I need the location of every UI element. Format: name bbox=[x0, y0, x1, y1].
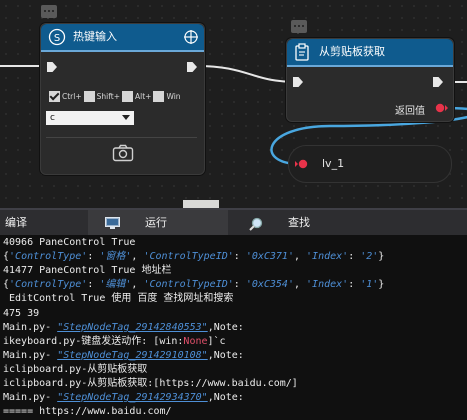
variable-node-lv1[interactable]: lv_1 bbox=[288, 145, 452, 183]
win-checkbox[interactable] bbox=[153, 91, 165, 102]
return-value-pin[interactable] bbox=[434, 101, 448, 115]
hotkey-input-node[interactable]: S 热键输入 Ctrl+ Shift+ Alt+ Win c bbox=[40, 23, 205, 175]
node-title: 从剪贴板获取 bbox=[319, 45, 385, 58]
return-value-label: 返回值 bbox=[395, 106, 425, 117]
exec-input-pin[interactable] bbox=[47, 62, 57, 72]
output-console[interactable]: 40966 PaneControl True {'ControlType': '… bbox=[0, 235, 467, 420]
chevron-down-icon bbox=[122, 115, 130, 120]
canvas-scroll-thumb[interactable] bbox=[183, 200, 219, 208]
console-line: ikeyboard.py-键盘发送动作: [win:None]`c bbox=[3, 336, 226, 347]
node-title: 热键输入 bbox=[73, 30, 117, 43]
console-line: 40966 PaneControl True bbox=[3, 237, 136, 248]
node-header: 从剪贴板获取 bbox=[287, 39, 453, 67]
exec-input-pin[interactable] bbox=[293, 77, 303, 87]
variable-input-pin[interactable] bbox=[295, 157, 309, 171]
console-line: Main.py- "StepNodeTag_29142840553",Note: bbox=[3, 322, 244, 333]
ctrl-label: Ctrl+ bbox=[62, 92, 82, 101]
clipboard-icon bbox=[295, 43, 309, 61]
modifier-row: Ctrl+ Shift+ Alt+ Win bbox=[49, 86, 183, 105]
comment-icon[interactable] bbox=[291, 20, 307, 34]
console-line: ===== https://www.baidu.com/ bbox=[3, 406, 172, 417]
console-line: {'ControlType': '窗格', 'ControlTypeID': '… bbox=[3, 251, 385, 262]
exec-wire-hotkey-clipboard bbox=[195, 65, 299, 83]
exec-output-pin[interactable] bbox=[433, 77, 443, 87]
clipboard-get-node[interactable]: 从剪贴板获取 返回值 bbox=[286, 38, 454, 122]
key-select[interactable]: c bbox=[46, 111, 134, 125]
console-line: 475 39 bbox=[3, 308, 40, 319]
panel-tab-bar: 编译 运行 查找 bbox=[0, 208, 467, 237]
node-editor-canvas[interactable]: S 热键输入 Ctrl+ Shift+ Alt+ Win c 从剪贴板获取 返回… bbox=[0, 0, 467, 208]
camera-icon[interactable] bbox=[112, 144, 134, 162]
console-line: iclipboard.py-从剪贴板获取 bbox=[3, 364, 148, 375]
hotkey-s-icon: S bbox=[48, 28, 66, 46]
tab-label: 编译 bbox=[5, 216, 27, 229]
console-line: Main.py- "StepNodeTag_29142934370",Note: bbox=[3, 392, 244, 403]
variable-name: lv_1 bbox=[322, 157, 345, 170]
svg-text:S: S bbox=[54, 33, 60, 44]
magnifier-icon bbox=[249, 217, 263, 231]
shift-checkbox[interactable] bbox=[83, 91, 95, 102]
crosshair-icon[interactable] bbox=[183, 29, 199, 45]
monitor-icon bbox=[105, 217, 120, 229]
tab-run[interactable]: 运行 bbox=[88, 210, 228, 237]
console-line: iclipboard.py-从剪贴板获取:[https://www.baidu.… bbox=[3, 378, 298, 389]
exec-output-pin[interactable] bbox=[187, 62, 197, 72]
console-line: EditControl True 使用 百度 查找网址和搜索 bbox=[3, 293, 234, 304]
tab-label: 查找 bbox=[288, 216, 310, 229]
console-line: Main.py- "StepNodeTag_29142910108",Note: bbox=[3, 350, 244, 361]
ctrl-checkbox[interactable] bbox=[49, 91, 60, 102]
alt-label: Alt+ bbox=[134, 92, 152, 101]
win-label: Win bbox=[166, 92, 181, 101]
tab-label: 运行 bbox=[145, 216, 167, 229]
comment-icon[interactable] bbox=[41, 5, 57, 19]
tab-find[interactable]: 查找 bbox=[228, 210, 348, 237]
console-line: {'ControlType': '编辑', 'ControlTypeID': '… bbox=[3, 279, 385, 290]
console-line: 41477 PaneControl True 地址栏 bbox=[3, 265, 172, 276]
key-select-value: c bbox=[50, 113, 55, 123]
tab-compile[interactable]: 编译 bbox=[0, 210, 88, 237]
alt-checkbox[interactable] bbox=[121, 91, 133, 102]
node-header: S 热键输入 bbox=[41, 24, 204, 52]
shift-label: Shift+ bbox=[96, 92, 120, 101]
divider bbox=[46, 137, 197, 138]
